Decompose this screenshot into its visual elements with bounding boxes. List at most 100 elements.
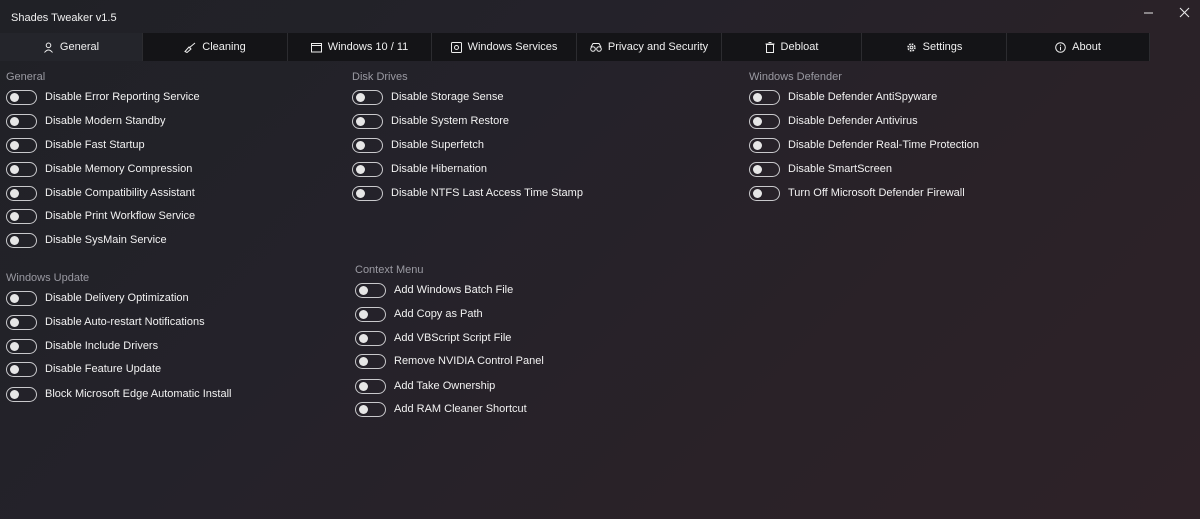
option-disable-superfetch[interactable]: Disable Superfetch: [352, 137, 484, 153]
option-disable-error-reporting[interactable]: Disable Error Reporting Service: [6, 89, 200, 105]
tab-label: Settings: [922, 41, 963, 53]
section-title-windows-defender: Windows Defender: [749, 71, 842, 83]
option-remove-nvidia-panel[interactable]: Remove NVIDIA Control Panel: [355, 353, 544, 369]
toggle-switch[interactable]: [355, 330, 386, 346]
toggle-switch[interactable]: [352, 137, 383, 153]
toggle-switch[interactable]: [6, 314, 37, 330]
option-label: Disable NTFS Last Access Time Stamp: [391, 187, 583, 199]
option-label: Add RAM Cleaner Shortcut: [394, 403, 527, 415]
toggle-switch[interactable]: [355, 401, 386, 417]
tab-label: Windows Services: [467, 41, 558, 53]
person-icon: [44, 42, 53, 53]
option-label: Disable Storage Sense: [391, 91, 504, 103]
option-label: Disable Defender AntiSpyware: [788, 91, 938, 103]
tab-label: Privacy and Security: [607, 41, 709, 53]
option-label: Disable Hibernation: [391, 163, 487, 175]
toggle-switch[interactable]: [6, 232, 37, 248]
toggle-switch[interactable]: [355, 353, 386, 369]
option-add-copy-as-path[interactable]: Add Copy as Path: [355, 306, 483, 322]
toggle-switch[interactable]: [6, 386, 37, 402]
tab-label: Debloat: [780, 41, 819, 53]
toggle-switch[interactable]: [749, 89, 780, 105]
tab-about[interactable]: About: [1007, 33, 1150, 61]
option-disable-auto-restart[interactable]: Disable Auto-restart Notifications: [6, 314, 205, 330]
option-label: Disable Print Workflow Service: [45, 210, 196, 222]
option-disable-compatibility-assistant[interactable]: Disable Compatibility Assistant: [6, 185, 195, 201]
close-icon: [1179, 7, 1189, 17]
toggle-switch[interactable]: [6, 113, 37, 129]
option-label: Disable Superfetch: [391, 139, 484, 151]
toggle-switch[interactable]: [352, 89, 383, 105]
toggle-switch[interactable]: [6, 338, 37, 354]
option-label: Add VBScript Script File: [394, 332, 512, 344]
option-label: Remove NVIDIA Control Panel: [394, 355, 544, 367]
option-disable-print-workflow[interactable]: Disable Print Workflow Service: [6, 208, 195, 224]
toggle-switch[interactable]: [749, 161, 780, 177]
option-disable-delivery-optimization[interactable]: Disable Delivery Optimization: [6, 290, 189, 306]
option-label: Disable Modern Standby: [45, 115, 166, 127]
option-disable-hibernation[interactable]: Disable Hibernation: [352, 161, 487, 177]
option-label: Disable Auto-restart Notifications: [45, 316, 205, 328]
minimize-button[interactable]: [1134, 0, 1162, 24]
app-title: Shades Tweaker v1.5: [11, 12, 117, 24]
toggle-switch[interactable]: [355, 306, 386, 322]
option-label: Disable SysMain Service: [45, 234, 167, 246]
option-label: Disable Defender Real-Time Protection: [788, 139, 979, 151]
tab-cleaning[interactable]: Cleaning: [143, 33, 288, 61]
toggle-switch[interactable]: [6, 185, 37, 201]
toggle-switch[interactable]: [6, 137, 37, 153]
option-disable-sysmain[interactable]: Disable SysMain Service: [6, 232, 167, 248]
option-disable-storage-sense[interactable]: Disable Storage Sense: [352, 89, 504, 105]
close-button[interactable]: [1170, 0, 1198, 24]
toggle-switch[interactable]: [749, 185, 780, 201]
toggle-switch[interactable]: [6, 361, 37, 377]
toggle-switch[interactable]: [6, 290, 37, 306]
toggle-switch[interactable]: [352, 113, 383, 129]
services-icon: [450, 41, 462, 53]
title-bar: Shades Tweaker v1.5: [0, 0, 1200, 32]
tab-settings[interactable]: Settings: [862, 33, 1007, 61]
toggle-switch[interactable]: [6, 208, 37, 224]
option-disable-smartscreen[interactable]: Disable SmartScreen: [749, 161, 892, 177]
option-label: Disable Include Drivers: [45, 340, 159, 352]
option-disable-fast-startup[interactable]: Disable Fast Startup: [6, 137, 145, 153]
option-turn-off-defender-firewall[interactable]: Turn Off Microsoft Defender Firewall: [749, 185, 965, 201]
tab-windows-services[interactable]: Windows Services: [432, 33, 577, 61]
toggle-switch[interactable]: [6, 161, 37, 177]
option-add-ram-cleaner[interactable]: Add RAM Cleaner Shortcut: [355, 401, 527, 417]
toggle-switch[interactable]: [749, 113, 780, 129]
option-label: Add Windows Batch File: [394, 284, 514, 296]
option-label: Disable Fast Startup: [45, 139, 145, 151]
toggle-switch[interactable]: [352, 185, 383, 201]
info-icon: [1055, 41, 1066, 53]
tab-bar: General Cleaning Windows 10 / 11 Windows…: [0, 33, 1200, 61]
privacy-icon: [590, 42, 602, 52]
toggle-switch[interactable]: [6, 89, 37, 105]
trash-icon: [765, 41, 775, 53]
option-label: Disable Delivery Optimization: [45, 292, 189, 304]
option-disable-realtime-protection[interactable]: Disable Defender Real-Time Protection: [749, 137, 979, 153]
option-label: Disable Defender Antivirus: [788, 115, 918, 127]
tab-debloat[interactable]: Debloat: [722, 33, 862, 61]
toggle-switch[interactable]: [355, 378, 386, 394]
option-disable-include-drivers[interactable]: Disable Include Drivers: [6, 338, 158, 354]
option-disable-ntfs-last-access[interactable]: Disable NTFS Last Access Time Stamp: [352, 185, 583, 201]
option-disable-antispyware[interactable]: Disable Defender AntiSpyware: [749, 89, 937, 105]
option-block-edge-install[interactable]: Block Microsoft Edge Automatic Install: [6, 386, 231, 402]
option-disable-antivirus[interactable]: Disable Defender Antivirus: [749, 113, 918, 129]
option-disable-feature-update[interactable]: Disable Feature Update: [6, 361, 161, 377]
tab-windows-10-11[interactable]: Windows 10 / 11: [288, 33, 432, 61]
gear-icon: [906, 42, 916, 52]
option-disable-memory-compression[interactable]: Disable Memory Compression: [6, 161, 192, 177]
tab-general[interactable]: General: [0, 33, 143, 61]
toggle-switch[interactable]: [355, 282, 386, 298]
option-add-take-ownership[interactable]: Add Take Ownership: [355, 378, 495, 394]
option-add-vbscript-file[interactable]: Add VBScript Script File: [355, 330, 511, 346]
option-label: Disable Error Reporting Service: [45, 91, 200, 103]
option-disable-modern-standby[interactable]: Disable Modern Standby: [6, 113, 165, 129]
option-add-batch-file[interactable]: Add Windows Batch File: [355, 282, 513, 298]
toggle-switch[interactable]: [749, 137, 780, 153]
tab-privacy-and-security[interactable]: Privacy and Security: [577, 33, 722, 61]
option-disable-system-restore[interactable]: Disable System Restore: [352, 113, 509, 129]
toggle-switch[interactable]: [352, 161, 383, 177]
